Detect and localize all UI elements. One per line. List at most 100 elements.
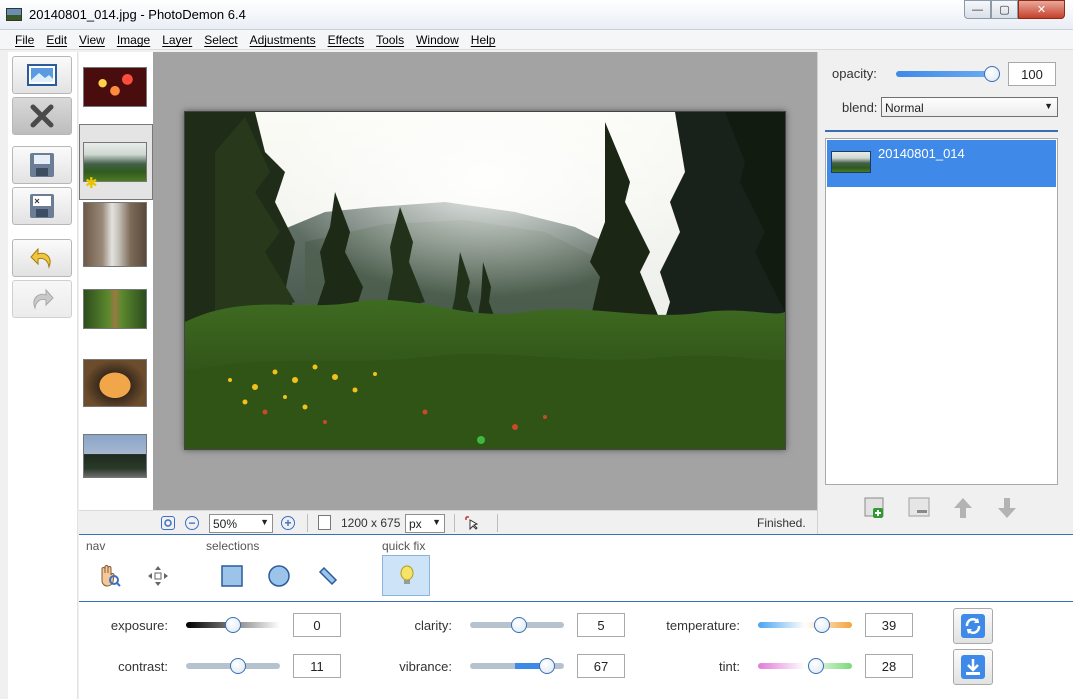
delete-layer-button[interactable] (907, 496, 931, 520)
main-photo (184, 111, 786, 450)
thumbnail-wedding-group[interactable] (83, 434, 147, 478)
save-button[interactable] (12, 146, 72, 184)
move-layer-up-button[interactable] (951, 496, 975, 520)
tint-slider-thumb[interactable] (808, 658, 825, 674)
maximize-button[interactable]: ▢ (991, 0, 1018, 19)
thumbnail-forest-path[interactable] (83, 289, 147, 329)
tint-input[interactable]: 28 (865, 654, 913, 678)
tint-slider-track[interactable] (758, 663, 852, 669)
selections-section-label: selections (206, 539, 260, 553)
clarity-input[interactable]: 5 (577, 613, 625, 637)
save-icon (30, 153, 54, 177)
redo-icon (33, 288, 54, 310)
exposure-label: exposure: (110, 618, 168, 633)
chevron-down-icon: ▼ (1044, 101, 1053, 111)
menu-image[interactable]: Image (111, 30, 156, 49)
ellipse-select-button[interactable] (266, 563, 292, 589)
quick-fix-tool-button[interactable] (382, 555, 430, 596)
open-image-button[interactable] (12, 56, 72, 94)
blend-mode-select[interactable]: Normal ▼ (881, 97, 1058, 117)
close-window-button[interactable]: ✕ (1018, 0, 1065, 19)
vibrance-slider-thumb[interactable] (539, 658, 556, 674)
layer-thumbnail (831, 151, 871, 173)
apply-quick-fix-button[interactable] (953, 649, 993, 685)
contrast-slider-thumb[interactable] (229, 658, 246, 674)
reset-quick-fix-button[interactable] (953, 608, 993, 644)
temperature-label: temperature: (666, 618, 740, 633)
unit-select[interactable]: px ▼ (405, 514, 445, 533)
window-title: 20140801_014.jpg - PhotoDemon 6.4 (29, 7, 246, 22)
menu-help[interactable]: Help (465, 30, 502, 49)
layers-panel: opacity: 100 blend: Normal ▼ 20140801_01… (817, 52, 1073, 534)
fit-to-window-icon[interactable] (161, 516, 175, 530)
save-as-button[interactable] (12, 187, 72, 225)
add-layer-button[interactable] (863, 496, 887, 520)
hand-tool-button[interactable] (96, 563, 122, 589)
chevron-down-icon: ▼ (260, 517, 269, 527)
image-size: 1200 x 675 (341, 516, 401, 530)
opacity-label: opacity: (832, 66, 877, 81)
menu-layer[interactable]: Layer (156, 30, 198, 49)
save-as-icon (30, 194, 54, 218)
menu-select[interactable]: Select (198, 30, 243, 49)
move-layer-down-button[interactable] (995, 496, 1019, 520)
thumbnail-fireworks[interactable] (83, 67, 147, 107)
layer-list: 20140801_014 (825, 138, 1058, 485)
opacity-slider-thumb[interactable] (984, 66, 1000, 82)
image-canvas-area[interactable] (153, 52, 817, 510)
tint-label: tint: (719, 659, 740, 674)
menu-edit[interactable]: Edit (40, 30, 73, 49)
status-bar: − 50% ▼ + 1200 x 675 px ▼ Finished. (79, 510, 817, 534)
zoom-select[interactable]: 50% ▼ (209, 514, 273, 533)
blend-label: blend: (842, 100, 878, 115)
undo-button[interactable] (12, 239, 72, 277)
vibrance-input[interactable]: 67 (577, 654, 625, 678)
zoom-out-icon[interactable]: − (185, 516, 199, 530)
redo-button[interactable] (12, 280, 72, 318)
menu-view[interactable]: View (73, 30, 111, 49)
zoom-in-icon[interactable]: + (281, 516, 295, 530)
menu-window[interactable]: Window (410, 30, 465, 49)
menu-bar: File Edit View Image Layer Select Adjust… (0, 30, 1073, 50)
file-toolbar (8, 52, 78, 699)
thumbnail-waterfall[interactable] (83, 202, 147, 267)
opacity-input[interactable]: 100 (1008, 62, 1056, 86)
app-icon (6, 8, 22, 21)
menu-adjustments[interactable]: Adjustments (244, 30, 322, 49)
line-select-button[interactable] (315, 563, 341, 589)
menu-tools[interactable]: Tools (370, 30, 410, 49)
rectangle-select-button[interactable] (219, 563, 245, 589)
opacity-slider-track[interactable] (896, 71, 992, 77)
exposure-input[interactable]: 0 (293, 613, 341, 637)
thumbnail-tiger[interactable] (83, 359, 147, 407)
clarity-label: clarity: (414, 618, 452, 633)
menu-file[interactable]: File (9, 30, 40, 49)
move-tool-button[interactable] (145, 563, 171, 589)
minimize-button[interactable]: — (964, 0, 991, 19)
add-layer-icon (864, 497, 884, 518)
image-thumbnail-strip: ✱ (79, 52, 153, 534)
mountain-forest-photo (185, 112, 785, 449)
close-image-button[interactable] (12, 97, 72, 135)
open-image-icon (27, 64, 57, 86)
close-x-icon (30, 104, 54, 128)
panel-divider (79, 601, 1073, 602)
clarity-slider-thumb[interactable] (510, 617, 527, 633)
temperature-slider-thumb[interactable] (813, 617, 830, 633)
quick-fix-section-label: quick fix (382, 539, 426, 553)
status-message: Finished. (757, 516, 806, 530)
zoom-value: 50% (213, 517, 238, 531)
contrast-input[interactable]: 11 (293, 654, 341, 678)
image-size-icon (318, 515, 331, 530)
layer-row[interactable]: 20140801_014 (827, 140, 1056, 187)
move-arrows-icon (148, 566, 168, 586)
temperature-input[interactable]: 39 (865, 613, 913, 637)
contrast-label: contrast: (118, 659, 168, 674)
status-divider (497, 514, 498, 532)
refresh-icon (961, 614, 985, 638)
exposure-slider-thumb[interactable] (225, 617, 241, 633)
line-select-icon (318, 566, 338, 586)
nav-section-label: nav (86, 539, 106, 553)
menu-effects[interactable]: Effects (322, 30, 370, 49)
temperature-slider-track[interactable] (758, 622, 852, 628)
